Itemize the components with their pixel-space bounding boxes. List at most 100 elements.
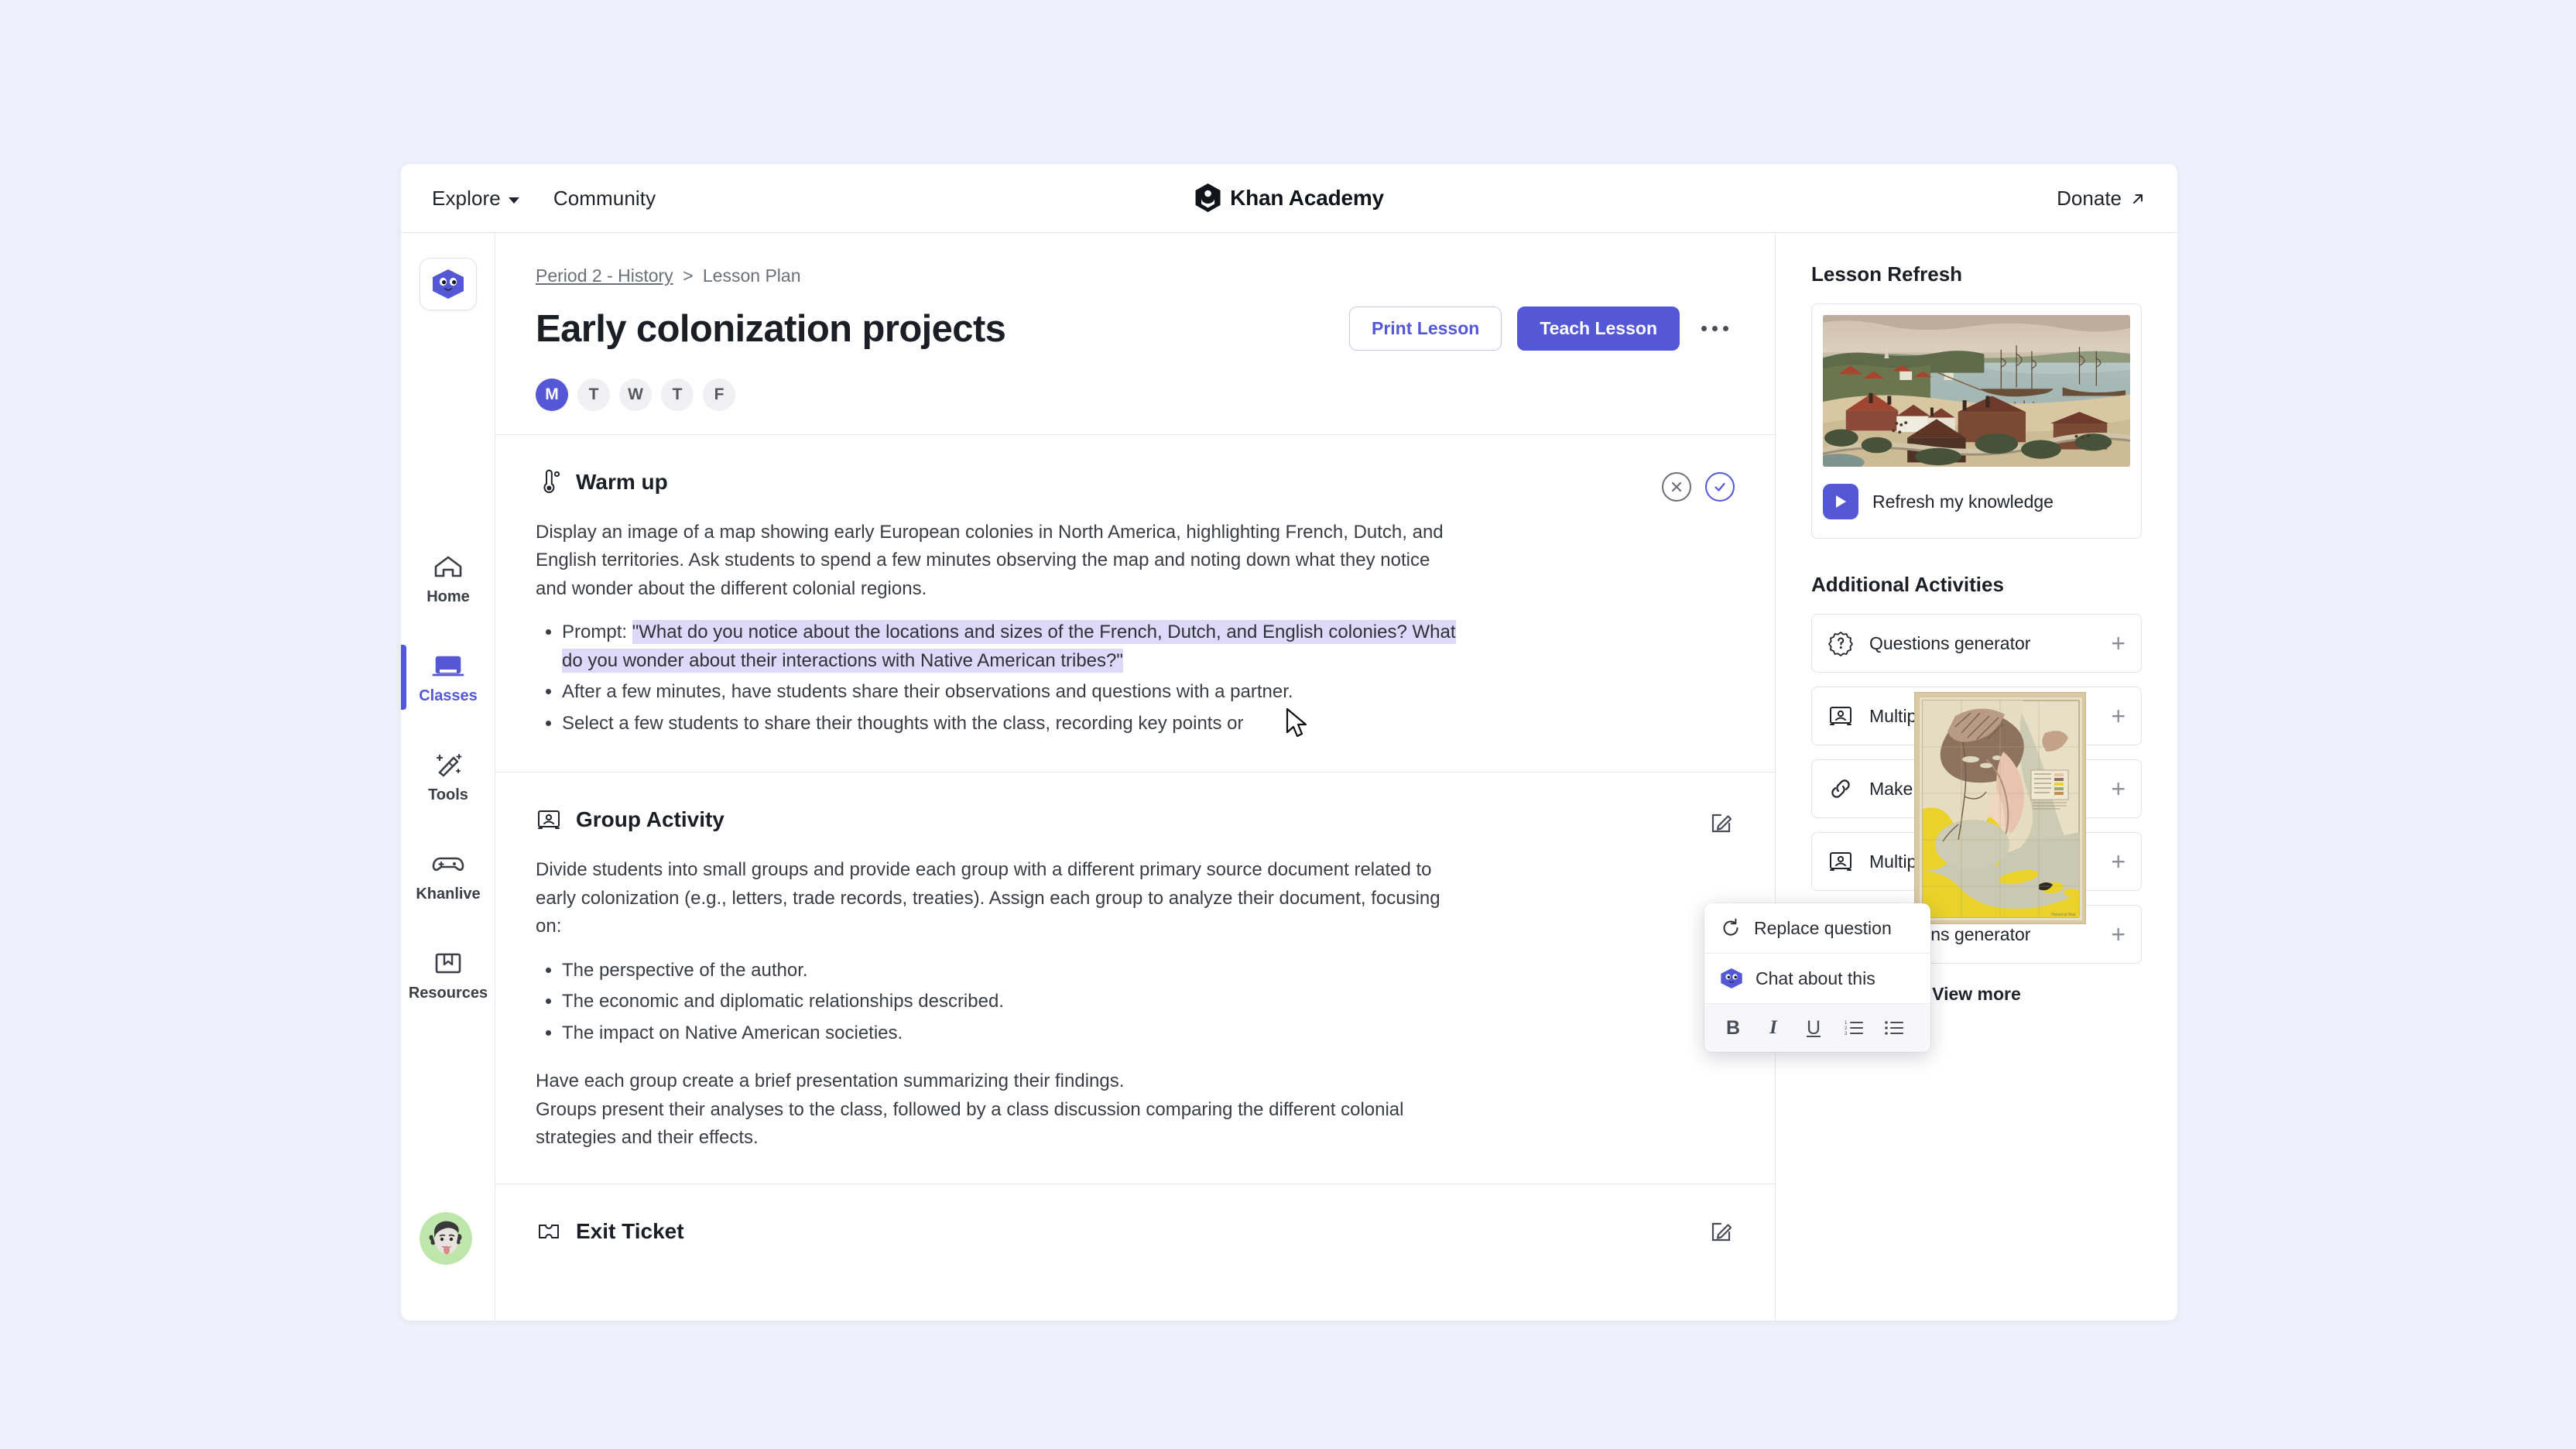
kebab-dot [1723,326,1728,331]
warm-up-bullet-prompt: Prompt: "What do you notice about the lo… [562,618,1457,675]
sidebar-item-home-label: Home [426,587,470,605]
check-circle-icon[interactable] [1705,472,1735,502]
sidebar-item-tools[interactable]: Tools [401,727,495,826]
presentation-icon [538,810,560,830]
check-icon [1714,482,1725,492]
cursor-arrow-icon [1286,707,1307,738]
group-bullet-3: The impact on Native American societies. [562,1019,1457,1047]
home-icon [434,556,462,577]
day-pill-t2[interactable]: T [661,379,694,411]
khanmigo-icon [1721,968,1742,988]
avatar[interactable] [420,1212,472,1265]
harbor-illustration-image [1823,315,2130,467]
add-activity-button[interactable]: + [2111,849,2126,874]
colonial-map-thumbnail[interactable]: Historical Map [1914,692,2086,924]
add-activity-button[interactable]: + [2111,704,2126,728]
svg-text:1: 1 [1845,1021,1848,1026]
warm-up-bullets: Prompt: "What do you notice about the lo… [562,618,1457,738]
chat-about-this-menu-item[interactable]: Chat about this [1704,954,1930,1004]
left-icon-rail: Home Classes Tools Khanlive Resources [401,233,495,1321]
play-icon [1836,495,1846,508]
close-icon [1671,481,1682,492]
group-closing-2: Groups present their analyses to the cla… [536,1098,1404,1149]
day-pill-w[interactable]: W [619,379,652,411]
nav-community[interactable]: Community [553,187,656,211]
nav-left-group: Explore Community [432,164,656,233]
close-circle-icon[interactable] [1662,472,1691,502]
play-button[interactable] [1823,484,1858,519]
group-activity-paragraph: Divide students into small groups and pr… [536,859,1440,937]
sidebar-item-resources[interactable]: Resources [401,925,495,1024]
group-activity-title: Group Activity [576,807,724,832]
lesson-refresh-title: Lesson Refresh [1811,262,1963,286]
section-warm-up: Warm up Display an image of a map showin… [495,435,1775,773]
classes-icon [432,656,464,676]
chat-about-this-label: Chat about this [1756,968,1875,988]
print-lesson-button[interactable]: Print Lesson [1349,307,1502,351]
svg-text:3: 3 [1845,1032,1848,1036]
link-icon [1831,779,1850,798]
top-navigation-bar: Explore Community Khan Academy Donate [401,164,2177,233]
donate-link[interactable]: Donate [2057,187,2146,211]
sidebar-item-khanlive-label: Khanlive [416,885,481,903]
lesson-header: Period 2 - History > Lesson Plan Early c… [495,233,1775,435]
sidebar-item-home[interactable]: Home [401,529,495,628]
formatting-toolbar: B I U 123 [1704,1004,1930,1052]
replace-question-menu-item[interactable]: Replace question [1704,903,1930,954]
sidebar-item-tools-label: Tools [428,786,468,803]
bold-button[interactable]: B [1715,1012,1751,1044]
replace-question-label: Replace question [1754,917,1892,938]
donate-label: Donate [2057,187,2122,210]
nav-explore[interactable]: Explore [432,187,519,211]
ordered-list-button[interactable]: 123 [1836,1012,1872,1044]
add-activity-button[interactable]: + [2111,631,2126,656]
day-pill-m[interactable]: M [536,379,568,411]
warm-up-title: Warm up [576,470,668,494]
edit-pencil-icon [1711,814,1732,833]
brand-logo[interactable]: Khan Academy [1194,183,1384,213]
refresh-icon [1723,918,1738,936]
brand-name: Khan Academy [1230,186,1384,210]
external-link-icon [2133,194,2143,204]
page-title: Early colonization projects [536,307,1006,350]
thermometer-icon [543,469,560,493]
edit-pencil-icon [1711,1222,1732,1241]
sidebar-item-resources-label: Resources [408,984,488,1002]
refresh-my-knowledge-label: Refresh my knowledge [1872,491,2054,512]
title-row: Early colonization projects Print Lesson… [536,307,1735,351]
teach-lesson-button[interactable]: Teach Lesson [1517,307,1680,351]
lesson-content: Period 2 - History > Lesson Plan Early c… [495,233,1775,1321]
main-body: Home Classes Tools Khanlive Resources Pe… [401,233,2177,1321]
svg-text:Historical Map: Historical Map [2051,913,2076,917]
edit-icon[interactable] [1708,1218,1735,1245]
breadcrumb-parent[interactable]: Period 2 - History [536,265,673,286]
khanmigo-button[interactable] [420,258,477,310]
warm-up-bullet-3: Select a few students to share their tho… [562,710,1457,738]
italic-button[interactable]: I [1756,1012,1791,1044]
breadcrumb-current: Lesson Plan [702,265,801,286]
group-activity-heading: Group Activity [536,807,1735,833]
section-exit-ticket: Exit Ticket [495,1184,1775,1276]
sidebar-item-classes[interactable]: Classes [401,628,495,727]
sidebar-item-khanlive[interactable]: Khanlive [401,826,495,925]
breadcrumb: Period 2 - History > Lesson Plan [536,265,1735,286]
bullet-list-button[interactable] [1876,1012,1912,1044]
avatar-image [420,1212,472,1265]
day-pill-t1[interactable]: T [577,379,610,411]
presentation-icon [1830,707,1852,725]
rail-items: Home Classes Tools Khanlive Resources [401,529,495,1024]
selected-prompt-text[interactable]: "What do you notice about the locations … [562,620,1456,673]
add-activity-button[interactable]: + [2111,776,2126,801]
edit-icon[interactable] [1708,810,1735,836]
underline-button[interactable]: U [1796,1012,1831,1044]
question-badge-icon [1828,632,1853,656]
activity-item-questions-generator-1[interactable]: Questions generator + [1811,614,2142,673]
nav-right-group: Donate [2057,164,2146,233]
refresh-my-knowledge-row[interactable]: Refresh my knowledge [1823,481,2130,527]
activity-label: Questions generator [1869,632,2031,653]
day-pill-f[interactable]: F [703,379,735,411]
warm-up-heading: Warm up [536,469,1735,495]
additional-activities-title: Additional Activities [1811,573,2004,596]
more-options-button[interactable] [1695,318,1735,339]
add-activity-button[interactable]: + [2111,922,2126,947]
